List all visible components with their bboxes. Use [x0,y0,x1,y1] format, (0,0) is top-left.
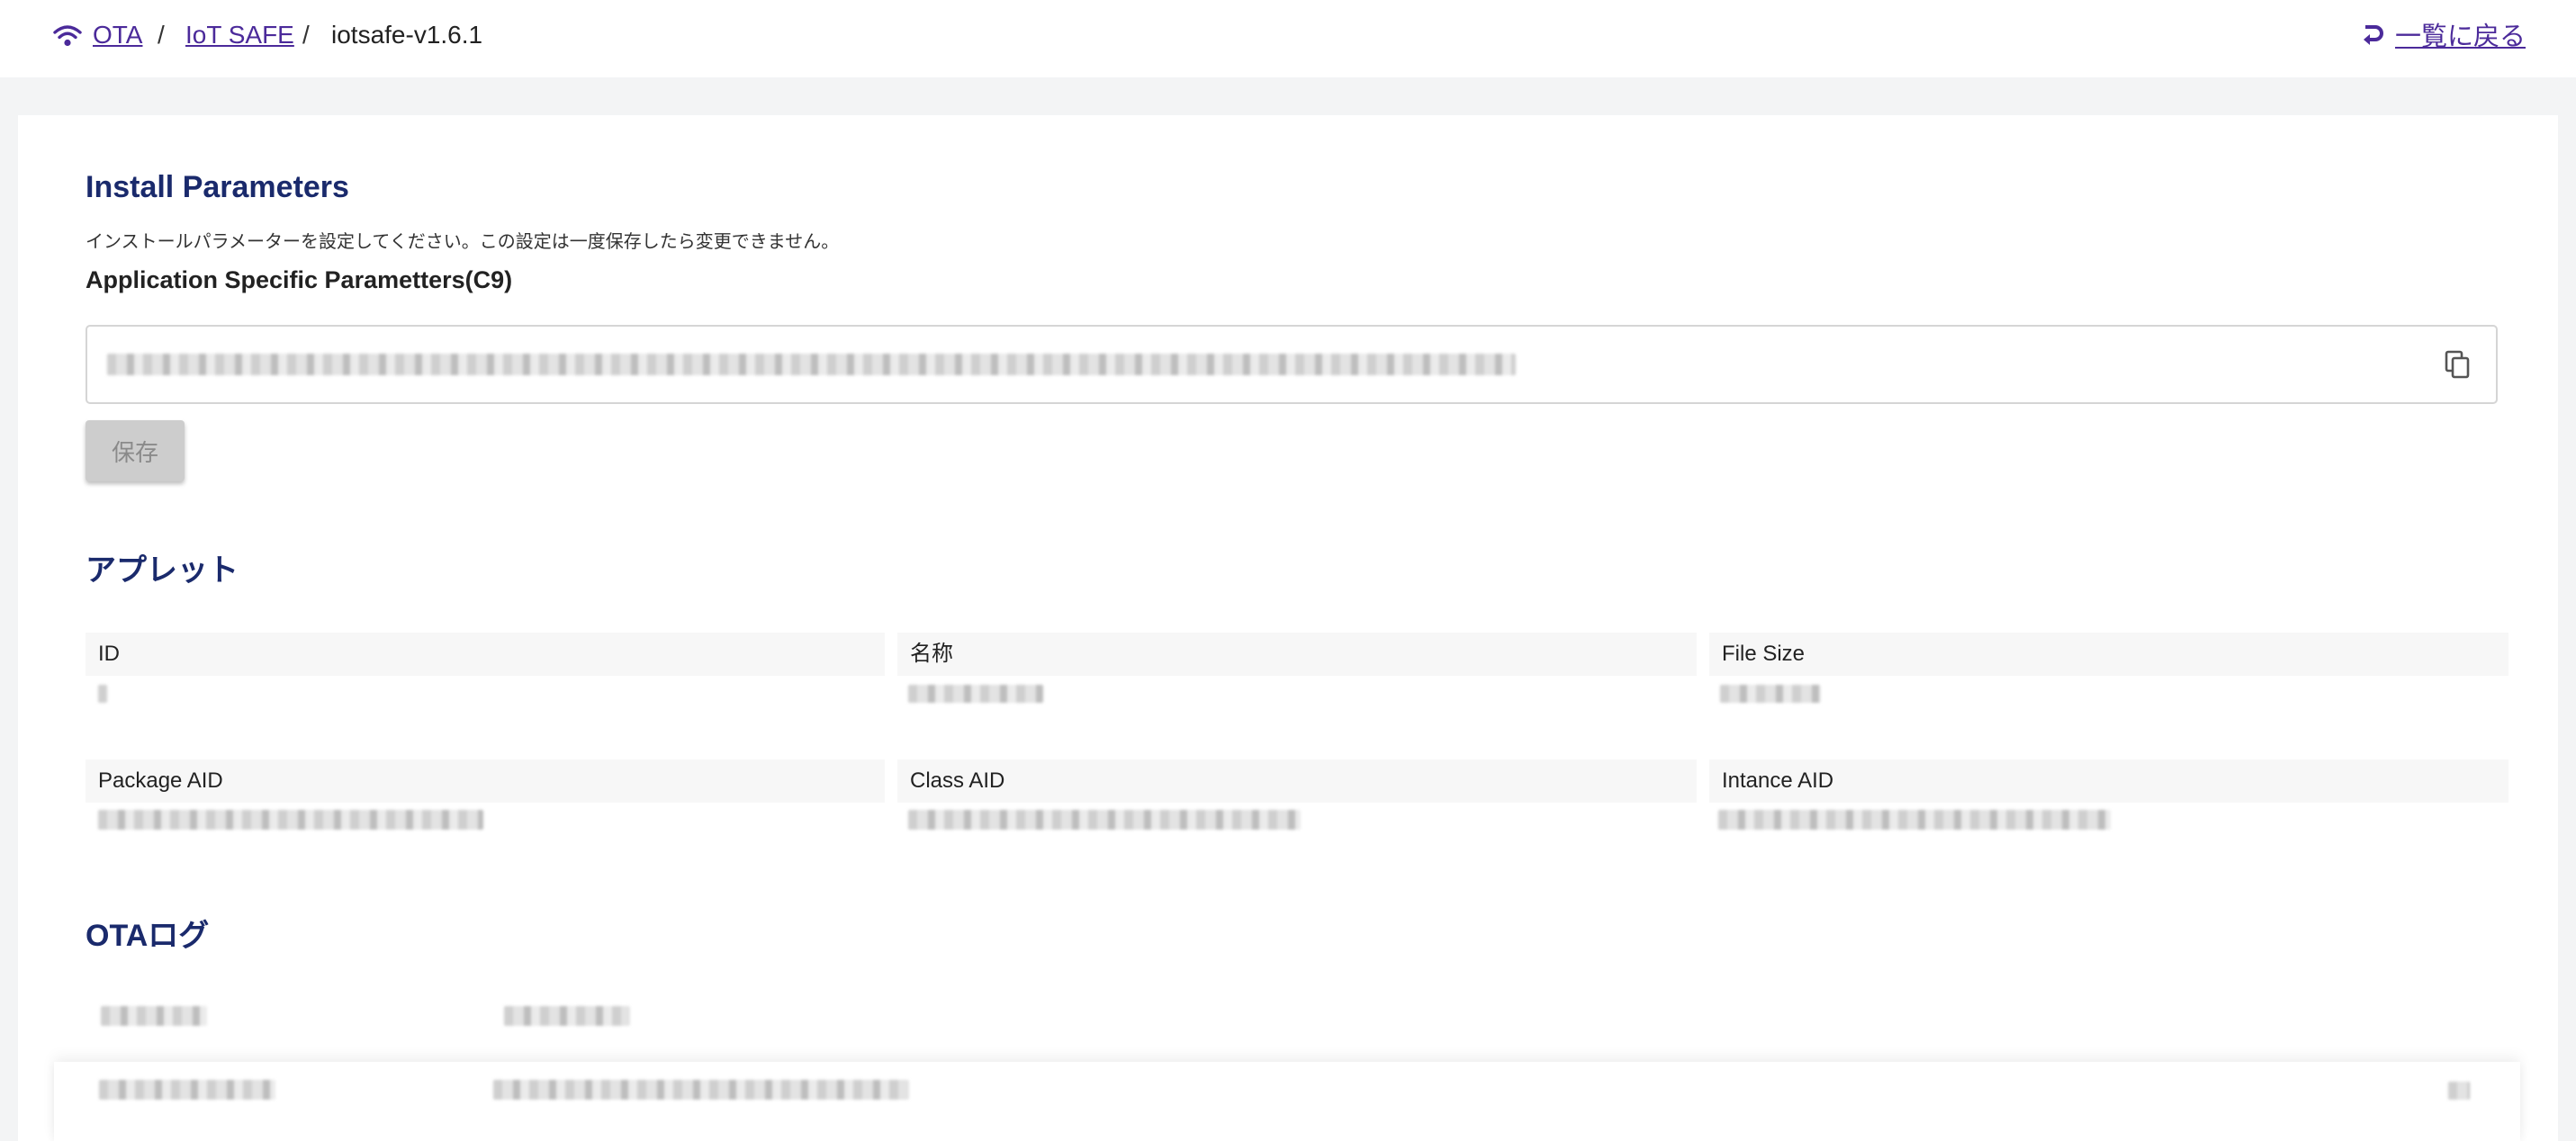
field-value-redacted [897,676,1697,715]
back-to-list-label: 一覧に戻る [2394,22,2526,51]
breadcrumb-separator: / [158,21,165,49]
applet-field-instance-aid: Intance AID [1709,759,2508,842]
save-button[interactable]: 保存 [86,420,185,481]
return-arrow-icon [2363,25,2383,45]
copy-icon[interactable] [2444,350,2471,379]
field-label: Class AID [897,759,1697,803]
applet-field-class-aid: Class AID [897,759,1697,842]
field-label: Package AID [86,759,885,803]
install-parameters-description: インストールパラメーターを設定してください。この設定は一度保存したら変更できませ… [86,232,840,252]
wifi-icon [53,25,82,47]
field-label: Intance AID [1709,759,2508,803]
c9-parameter-input[interactable] [86,325,2498,404]
ota-log-row[interactable] [54,1062,2520,1141]
back-to-list-link[interactable]: 一覧に戻る [2359,16,2526,52]
applet-title: アプレット [86,553,239,588]
applet-field-name: 名称 [897,633,1697,715]
breadcrumb-separator: / [302,21,310,49]
field-label: File Size [1709,633,2508,676]
install-parameters-title: Install Parameters [86,170,349,204]
field-label: ID [86,633,885,676]
field-value-redacted [1709,676,2508,715]
field-value-redacted [897,803,1697,842]
field-value-redacted [1709,803,2508,842]
ota-log-title: OTAログ [86,919,210,953]
top-bar: OTA / IoT SAFE / iotsafe-v1.6.1 一覧に戻る [0,0,2576,77]
breadcrumb-iot-safe-link[interactable]: IoT SAFE [185,18,294,52]
c9-parameter-value-redacted [107,354,1516,375]
applet-field-id: ID [86,633,885,715]
field-label: 名称 [897,633,1697,676]
ota-log-header-row [54,997,2520,1037]
breadcrumb-ota-link[interactable]: OTA [93,18,142,52]
applet-field-file-size: File Size [1709,633,2508,715]
c9-field-label: Application Specific Parametters(C9) [86,266,513,293]
applet-field-package-aid: Package AID [86,759,885,842]
breadcrumb-current: iotsafe-v1.6.1 [331,21,483,49]
field-value-redacted [86,676,885,715]
field-value-redacted [86,803,885,842]
